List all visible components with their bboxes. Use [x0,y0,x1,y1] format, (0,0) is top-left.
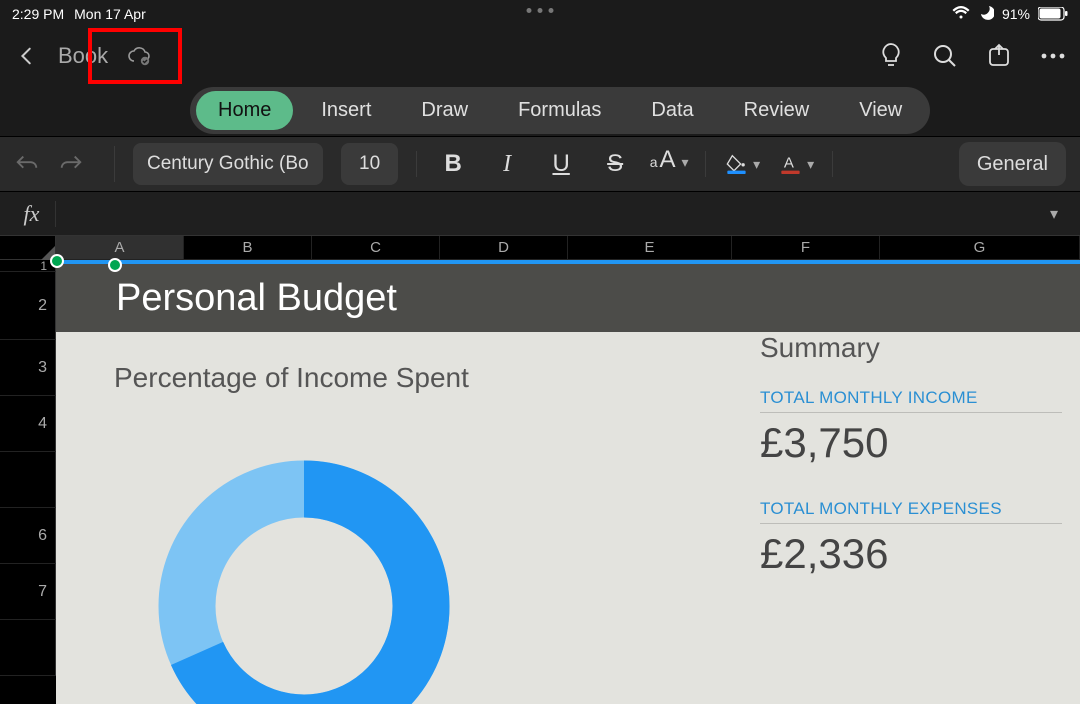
summary-heading: Summary [760,332,1062,364]
status-date: Mon 17 Apr [74,6,146,22]
ideas-lightbulb-icon[interactable] [878,43,904,69]
status-time: 2:29 PM [12,6,64,22]
back-button[interactable] [14,43,40,69]
row-header-1[interactable]: 1 [0,260,56,272]
search-icon[interactable] [932,43,958,69]
number-format-picker[interactable]: General [959,142,1066,186]
spreadsheet-area[interactable]: ABCDEFG 1234 67 Personal Budget Percentag… [0,236,1080,704]
formula-expand-chevron-icon[interactable]: ▾ [1036,204,1072,224]
fill-color-button[interactable]: ▾ [724,146,760,182]
row-header-7[interactable]: 7 [0,564,56,620]
ribbon-tabs: HomeInsertDrawFormulasDataReviewView [0,84,1080,136]
column-header-G[interactable]: G [880,236,1080,260]
ipad-status-bar: 2:29 PM Mon 17 Apr 91% [0,0,1080,28]
column-header-E[interactable]: E [568,236,732,260]
strikethrough-button[interactable]: S [597,146,633,182]
font-color-button[interactable]: A ▾ [778,146,814,182]
tab-formulas[interactable]: Formulas [496,91,623,130]
undo-button[interactable] [14,151,40,177]
font-size-picker[interactable]: 10 [341,143,398,185]
multitask-dots-icon[interactable] [527,8,554,13]
row-header-2[interactable]: 2 [0,272,56,340]
summary-panel: Summary TOTAL MONTHLY INCOME £3,750 TOTA… [760,332,1080,610]
font-size-toggle-button[interactable]: aA▾ [651,146,687,182]
tab-home[interactable]: Home [196,91,293,130]
income-label: TOTAL MONTHLY INCOME [760,388,1062,413]
row-header-blank[interactable] [0,620,56,676]
fx-label[interactable]: fx [8,201,56,227]
row-header-3[interactable]: 3 [0,340,56,396]
more-options-icon[interactable] [1040,43,1066,69]
selection-handle-right[interactable] [108,258,122,272]
share-icon[interactable] [986,43,1012,69]
sheet-title-text: Personal Budget [116,277,397,320]
redo-button[interactable] [58,151,84,177]
font-family-picker[interactable]: Century Gothic (Bo [133,143,323,185]
battery-icon [1038,7,1068,21]
column-header-C[interactable]: C [312,236,440,260]
selection-marquee [56,260,1080,264]
tab-insert[interactable]: Insert [299,91,393,130]
select-all-corner[interactable] [0,236,56,260]
column-header-F[interactable]: F [732,236,880,260]
sheet-banner: Personal Budget [56,264,1080,332]
highlight-annotation [88,28,182,84]
home-toolbar: Century Gothic (Bo 10 B I U S aA▾ ▾ A ▾ … [0,136,1080,192]
row-header-4[interactable]: 4 [0,396,56,452]
tab-data[interactable]: Data [629,91,715,130]
selection-handle-left[interactable] [50,254,64,268]
row-header-6[interactable]: 6 [0,508,56,564]
underline-button[interactable]: U [543,146,579,182]
row-header-blank[interactable] [0,452,56,508]
wifi-icon [952,6,970,23]
battery-percent: 91% [1002,6,1030,22]
italic-button[interactable]: I [489,146,525,182]
column-header-D[interactable]: D [440,236,568,260]
formula-bar: fx ▾ [0,192,1080,236]
expenses-value: £2,336 [760,530,1062,578]
tab-view[interactable]: View [837,91,924,130]
column-header-B[interactable]: B [184,236,312,260]
expenses-label: TOTAL MONTHLY EXPENSES [760,499,1062,524]
svg-text:A: A [784,154,794,171]
bold-button[interactable]: B [435,146,471,182]
tab-draw[interactable]: Draw [399,91,490,130]
column-header-A[interactable]: A [56,236,184,260]
budget-panel: Percentage of Income Spent Summary TOTAL… [56,332,1080,704]
tab-review[interactable]: Review [722,91,832,130]
dnd-moon-icon [978,5,994,24]
income-value: £3,750 [760,419,1062,467]
